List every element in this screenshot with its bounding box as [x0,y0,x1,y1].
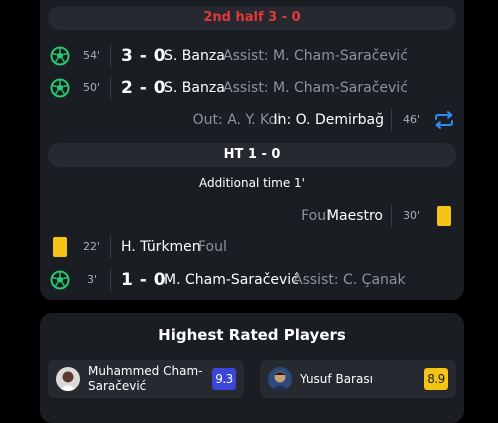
card-event-row[interactable]: 22' H. Türkmen Foul [0,235,498,259]
scorer-name: M. Cham-Saračević [164,272,299,288]
divider [110,77,111,99]
player-name-line2: Saračević [88,379,147,393]
halftime-header: HT 1 - 0 [48,143,456,167]
divider [391,205,392,227]
scorer-name: S. Banza [164,48,225,64]
sub-out-text: Out: A. Y. Kol [192,112,281,128]
goal-event-row[interactable]: 3' 1 - 0 M. Cham-Saračević Assist: C. Ça… [0,268,498,292]
player-name-line1: Muhammed Cham- [88,364,203,378]
highest-rated-title: Highest Rated Players [158,326,346,344]
event-score: 3 - 0 [121,46,167,66]
divider [391,109,392,131]
divider [110,45,111,67]
event-minute: 3' [87,273,98,286]
event-minute: 22' [83,240,101,253]
assist-text: Assist: M. Cham-Saračević [223,80,408,96]
divider [110,236,111,258]
substitution-icon [435,111,453,129]
card-reason: Foul [301,208,330,224]
player-rating-card[interactable]: Yusuf Barası 8.9 [260,360,456,398]
player-rating-card[interactable]: Muhammed Cham- Saračević 9.3 [48,360,244,398]
goal-event-row[interactable]: 54' 3 - 0 S. Banza Assist: M. Cham-Sarač… [0,44,498,68]
event-score: 1 - 0 [121,270,167,290]
goal-ball-icon [50,270,70,290]
event-score: 2 - 0 [121,78,167,98]
sub-in-text: In: O. Demirbağ [273,112,384,128]
goal-ball-icon [50,78,70,98]
assist-text: Assist: M. Cham-Saračević [223,48,408,64]
card-player-name: Maestro [326,208,383,224]
player-name: Yusuf Barası [300,372,373,386]
event-minute: 30' [403,209,421,222]
card-player-name: H. Türkmen [121,239,201,255]
event-minute: 46' [403,113,421,126]
yellow-card-icon [53,237,67,257]
event-minute: 54' [83,49,101,62]
divider [110,269,111,291]
substitution-event-row[interactable]: Out: A. Y. Kol In: O. Demirbağ 46' [0,108,498,132]
card-reason: Foul [198,239,227,255]
event-minute: 50' [83,81,101,94]
player-rating-badge: 9.3 [212,368,236,390]
assist-text: Assist: C. Çanak [293,272,406,288]
goal-event-row[interactable]: 50' 2 - 0 S. Banza Assist: M. Cham-Sarač… [0,76,498,100]
scorer-name: S. Banza [164,80,225,96]
avatar [56,367,80,391]
yellow-card-icon [437,206,451,226]
player-rating-badge: 8.9 [424,368,448,390]
card-event-row[interactable]: Foul Maestro 30' [0,204,498,228]
additional-time-note: Additional time 1' [199,176,305,190]
goal-ball-icon [50,46,70,66]
second-half-header: 2nd half 3 - 0 [48,6,456,30]
avatar [268,367,292,391]
